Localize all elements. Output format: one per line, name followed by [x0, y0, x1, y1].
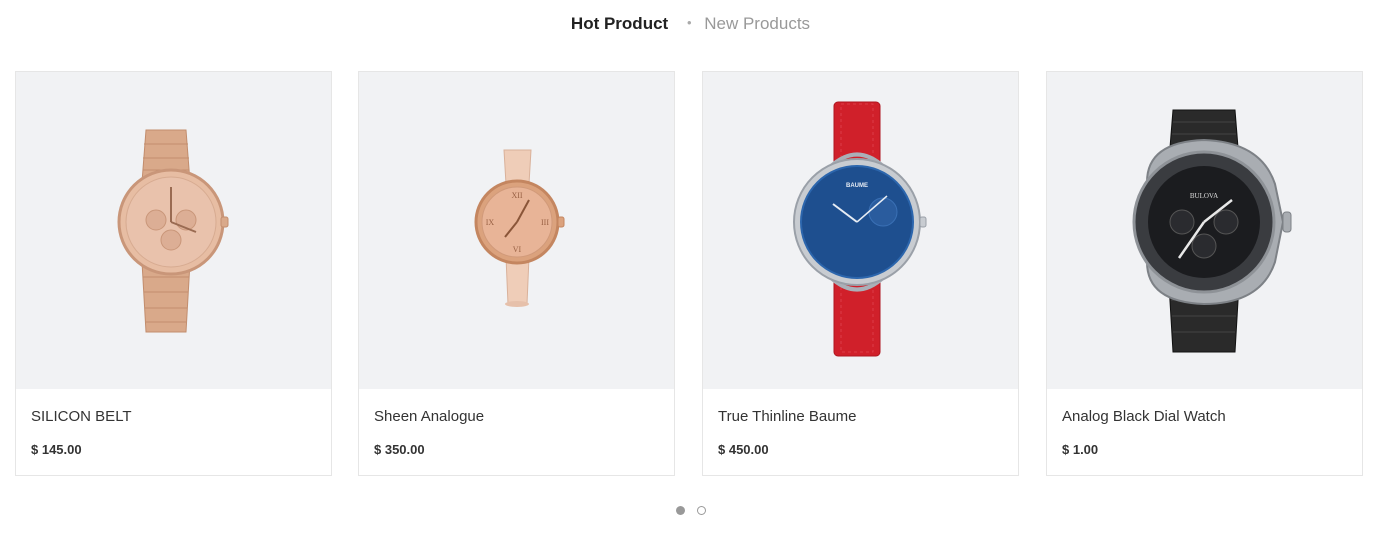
svg-text:III: III: [541, 218, 549, 227]
product-name[interactable]: True Thinline Baume: [718, 408, 856, 425]
product-card[interactable]: XII III VI IX Sheen Analogue $ 350.00: [358, 71, 675, 476]
product-price: $ 1.00: [1062, 442, 1099, 457]
carousel-dot-2[interactable]: [696, 506, 706, 515]
tab-separator: •: [686, 15, 692, 30]
product-card[interactable]: SILICON BELT $ 145.00: [15, 71, 332, 476]
product-price: $ 350.00: [374, 442, 425, 457]
product-name[interactable]: Analog Black Dial Watch: [1062, 408, 1226, 425]
product-price: $ 450.00: [718, 442, 769, 457]
svg-text:XII: XII: [511, 191, 522, 200]
tab-hot-product[interactable]: Hot Product: [571, 14, 668, 34]
product-image-blue-dial-watch[interactable]: BAUME: [703, 72, 1018, 389]
product-card[interactable]: BAUME True Thinline Baume $ 450.00: [702, 71, 1019, 476]
product-tabs: Hot Product • New Products: [0, 14, 1381, 34]
carousel-pagination: [0, 506, 1381, 515]
product-image-black-chronograph-watch[interactable]: BULOVA: [1047, 72, 1362, 389]
dial-brand-text: BULOVA: [1190, 192, 1218, 200]
svg-text:VI: VI: [513, 245, 522, 254]
product-image-pink-leather-watch[interactable]: XII III VI IX: [359, 72, 674, 389]
product-image-rose-gold-watch[interactable]: [16, 72, 331, 389]
dial-brand-text: BAUME: [846, 183, 868, 189]
product-price: $ 145.00: [31, 442, 82, 457]
tab-new-products[interactable]: New Products: [704, 14, 810, 34]
carousel-dot-1[interactable]: [675, 506, 685, 515]
product-name[interactable]: SILICON BELT: [31, 408, 132, 425]
product-card[interactable]: BULOVA Analog Black Dial Watch $ 1.00: [1046, 71, 1363, 476]
svg-text:IX: IX: [486, 218, 495, 227]
product-name[interactable]: Sheen Analogue: [374, 408, 484, 425]
